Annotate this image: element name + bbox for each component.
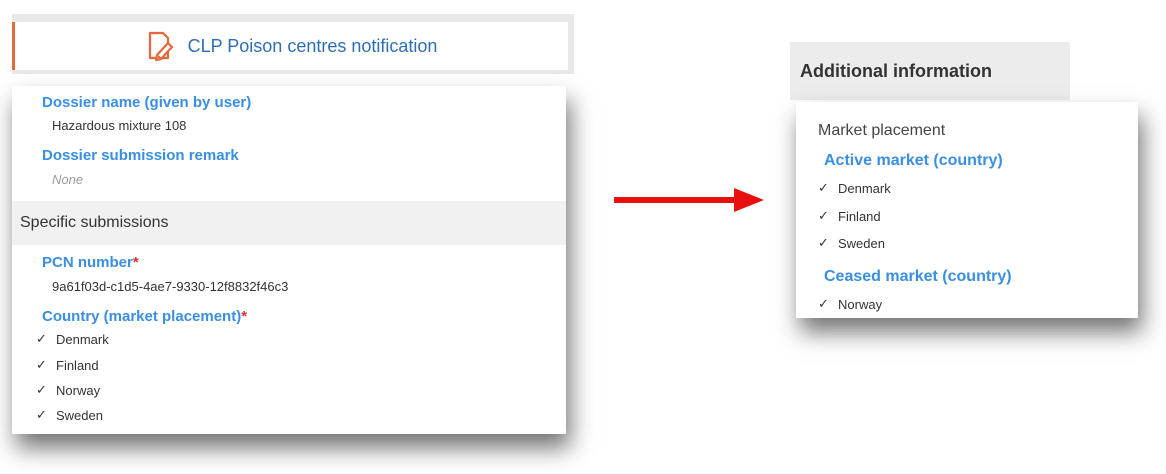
document-edit-icon: [148, 31, 173, 62]
active-market-label: Active market (country): [824, 152, 1003, 169]
required-marker: *: [241, 308, 248, 325]
country-name: Norway: [56, 382, 101, 398]
list-item: ✓ Sweden: [818, 235, 885, 251]
list-item: ✓ Denmark: [36, 331, 109, 347]
dossier-card: Dossier name (given by user) Hazardous m…: [12, 86, 566, 434]
pcn-number-label-text: PCN number: [42, 254, 133, 271]
country-market-label-text: Country (market placement): [42, 308, 242, 325]
list-item: ✓ Sweden: [36, 407, 103, 423]
ceased-market-label: Ceased market (country): [824, 268, 1012, 285]
specific-submissions-heading: Specific submissions: [12, 201, 566, 245]
checkmark-icon: ✓: [36, 331, 47, 346]
header-title: CLP Poison centres notification: [187, 35, 438, 56]
country-name: Finland: [838, 208, 881, 224]
country-name: Denmark: [56, 331, 109, 347]
dossier-remark-value: None: [52, 172, 84, 187]
right-arrow: [614, 188, 764, 212]
list-item: ✓ Norway: [36, 382, 100, 398]
market-placement-card: Market placement Active market (country)…: [796, 102, 1138, 318]
checkmark-icon: ✓: [36, 407, 47, 422]
country-name: Norway: [838, 296, 883, 312]
required-marker: *: [132, 254, 139, 271]
country-name: Denmark: [838, 180, 891, 196]
list-item: ✓ Finland: [818, 208, 881, 224]
list-item: ✓ Norway: [818, 296, 882, 312]
dossier-name-label: Dossier name (given by user): [42, 94, 252, 111]
clp-notification-header[interactable]: CLP Poison centres notification: [12, 22, 568, 70]
pcn-number-value: 9a61f03d-c1d5-4ae7-9330-12f8832f46c3: [52, 279, 289, 294]
additional-information-header: Additional information: [790, 42, 1070, 100]
checkmark-icon: ✓: [818, 235, 829, 250]
list-item: ✓ Finland: [36, 357, 99, 373]
pcn-number-label: PCN number*: [42, 254, 139, 271]
checkmark-icon: ✓: [36, 382, 47, 397]
checkmark-icon: ✓: [36, 357, 47, 372]
checkmark-icon: ✓: [818, 180, 829, 195]
checkmark-icon: ✓: [818, 296, 829, 311]
country-market-label: Country (market placement)*: [42, 308, 247, 325]
country-name: Finland: [56, 357, 99, 373]
specific-submissions-title: Specific submissions: [20, 214, 169, 231]
list-item: ✓ Denmark: [818, 180, 891, 196]
country-name: Sweden: [56, 407, 103, 423]
checkmark-icon: ✓: [818, 208, 829, 223]
dossier-remark-label: Dossier submission remark: [42, 147, 239, 164]
dossier-name-value: Hazardous mixture 108: [52, 118, 187, 133]
country-name: Sweden: [838, 235, 885, 251]
additional-information-title: Additional information: [800, 60, 992, 81]
market-placement-title: Market placement: [818, 122, 946, 139]
